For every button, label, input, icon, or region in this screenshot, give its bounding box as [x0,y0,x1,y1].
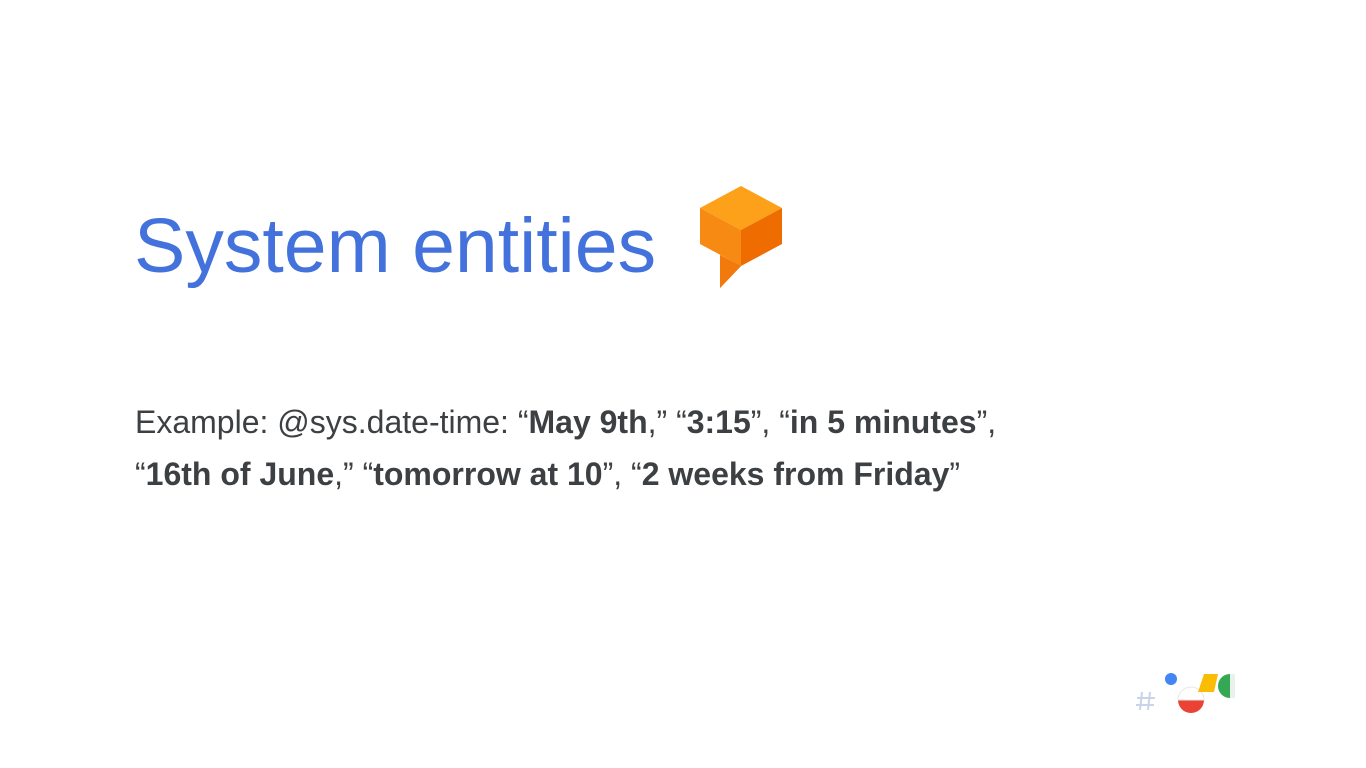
example-value: 2 weeks from Friday [641,456,950,492]
example-value: in 5 minutes [789,404,977,440]
slide-title: System entities [134,203,657,289]
quote-open: “ [362,456,374,492]
dialogflow-logo-icon [700,186,782,288]
quote-close: ”, [750,404,780,440]
slide: System entities Example: @sys.date-time:… [0,0,1366,768]
quote-open: “ [135,456,146,492]
google-io-logo-icon [1136,673,1235,713]
quote-close: ,” [647,404,677,440]
example-line-1: Example: @sys.date-time: “May 9th,” “3:1… [135,396,1235,448]
quote-close: ” [949,456,961,492]
example-value: May 9th [528,404,648,440]
quote-open: “ [779,404,790,440]
quote-close: ”, [602,456,632,492]
example-value: tomorrow at 10 [373,456,603,492]
quote-close: ”, [976,404,997,440]
quote-open: “ [517,404,529,440]
example-value: 16th of June [145,456,335,492]
quote-open: “ [631,456,642,492]
quote-close: ,” [334,456,363,492]
quote-open: “ [676,404,687,440]
example-prefix: Example: @sys.date-time: [135,404,518,440]
example-text: Example: @sys.date-time: “May 9th,” “3:1… [135,396,1235,500]
example-line-2: “16th of June,” “tomorrow at 10”, “2 wee… [135,448,1235,500]
example-value: 3:15 [686,404,751,440]
